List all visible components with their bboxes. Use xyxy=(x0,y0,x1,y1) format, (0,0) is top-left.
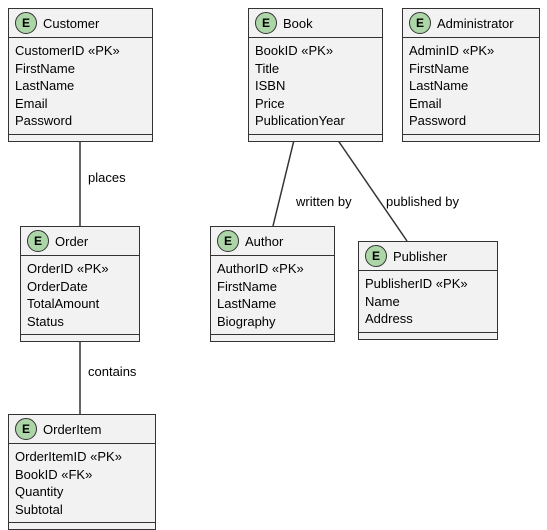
entity-customer-title: Customer xyxy=(43,16,99,31)
relation-label-published-by: published by xyxy=(386,194,459,209)
entity-stereotype-icon: E xyxy=(15,418,37,440)
attr: Name xyxy=(365,293,491,311)
entity-book-title: Book xyxy=(283,16,313,31)
entity-publisher: E Publisher PublisherID «PK» Name Addres… xyxy=(358,241,498,340)
entity-foot xyxy=(359,333,497,339)
entity-author-header: E Author xyxy=(211,227,334,256)
attr: CustomerID «PK» xyxy=(15,42,146,60)
attr: AdminID «PK» xyxy=(409,42,533,60)
entity-publisher-body: PublisherID «PK» Name Address xyxy=(359,271,497,333)
entity-administrator: E Administrator AdminID «PK» FirstName L… xyxy=(402,8,540,142)
entity-order-body: OrderID «PK» OrderDate TotalAmount Statu… xyxy=(21,256,139,335)
entity-customer: E Customer CustomerID «PK» FirstName Las… xyxy=(8,8,153,142)
entity-orderitem: E OrderItem OrderItemID «PK» BookID «FK»… xyxy=(8,414,156,530)
attr: PublisherID «PK» xyxy=(365,275,491,293)
attr: LastName xyxy=(15,77,146,95)
entity-order-header: E Order xyxy=(21,227,139,256)
entity-customer-header: E Customer xyxy=(9,9,152,38)
entity-stereotype-icon: E xyxy=(255,12,277,34)
relation-label-written-by: written by xyxy=(296,194,352,209)
attr: LastName xyxy=(217,295,328,313)
entity-foot xyxy=(249,135,382,141)
attr: Password xyxy=(409,112,533,130)
entity-publisher-header: E Publisher xyxy=(359,242,497,271)
attr: OrderDate xyxy=(27,278,133,296)
entity-book-body: BookID «PK» Title ISBN Price Publication… xyxy=(249,38,382,135)
entity-book-header: E Book xyxy=(249,9,382,38)
entity-orderitem-body: OrderItemID «PK» BookID «FK» Quantity Su… xyxy=(9,444,155,523)
entity-stereotype-icon: E xyxy=(15,12,37,34)
entity-orderitem-title: OrderItem xyxy=(43,422,102,437)
attr: Address xyxy=(365,310,491,328)
attr: PublicationYear xyxy=(255,112,376,130)
entity-order-title: Order xyxy=(55,234,88,249)
attr: FirstName xyxy=(409,60,533,78)
attr: Quantity xyxy=(15,483,149,501)
attr: OrderID «PK» xyxy=(27,260,133,278)
attr: LastName xyxy=(409,77,533,95)
entity-stereotype-icon: E xyxy=(409,12,431,34)
attr: TotalAmount xyxy=(27,295,133,313)
entity-foot xyxy=(211,335,334,341)
attr: Title xyxy=(255,60,376,78)
entity-orderitem-header: E OrderItem xyxy=(9,415,155,444)
attr: FirstName xyxy=(15,60,146,78)
relation-label-contains: contains xyxy=(88,364,136,379)
entity-stereotype-icon: E xyxy=(27,230,49,252)
attr: Price xyxy=(255,95,376,113)
entity-administrator-title: Administrator xyxy=(437,16,514,31)
entity-foot xyxy=(21,335,139,341)
attr: Email xyxy=(15,95,146,113)
entity-customer-body: CustomerID «PK» FirstName LastName Email… xyxy=(9,38,152,135)
attr: ISBN xyxy=(255,77,376,95)
entity-author-body: AuthorID «PK» FirstName LastName Biograp… xyxy=(211,256,334,335)
entity-foot xyxy=(403,135,539,141)
attr: Subtotal xyxy=(15,501,149,519)
attr: Password xyxy=(15,112,146,130)
entity-author: E Author AuthorID «PK» FirstName LastNam… xyxy=(210,226,335,342)
entity-foot xyxy=(9,135,152,141)
attr: BookID «FK» xyxy=(15,466,149,484)
attr: Biography xyxy=(217,313,328,331)
entity-foot xyxy=(9,523,155,529)
entity-administrator-body: AdminID «PK» FirstName LastName Email Pa… xyxy=(403,38,539,135)
entity-stereotype-icon: E xyxy=(365,245,387,267)
entity-administrator-header: E Administrator xyxy=(403,9,539,38)
entity-author-title: Author xyxy=(245,234,283,249)
entity-stereotype-icon: E xyxy=(217,230,239,252)
attr: OrderItemID «PK» xyxy=(15,448,149,466)
attr: Status xyxy=(27,313,133,331)
attr: FirstName xyxy=(217,278,328,296)
attr: Email xyxy=(409,95,533,113)
entity-order: E Order OrderID «PK» OrderDate TotalAmou… xyxy=(20,226,140,342)
attr: BookID «PK» xyxy=(255,42,376,60)
entity-book: E Book BookID «PK» Title ISBN Price Publ… xyxy=(248,8,383,142)
relation-label-places: places xyxy=(88,170,126,185)
attr: AuthorID «PK» xyxy=(217,260,328,278)
entity-publisher-title: Publisher xyxy=(393,249,447,264)
